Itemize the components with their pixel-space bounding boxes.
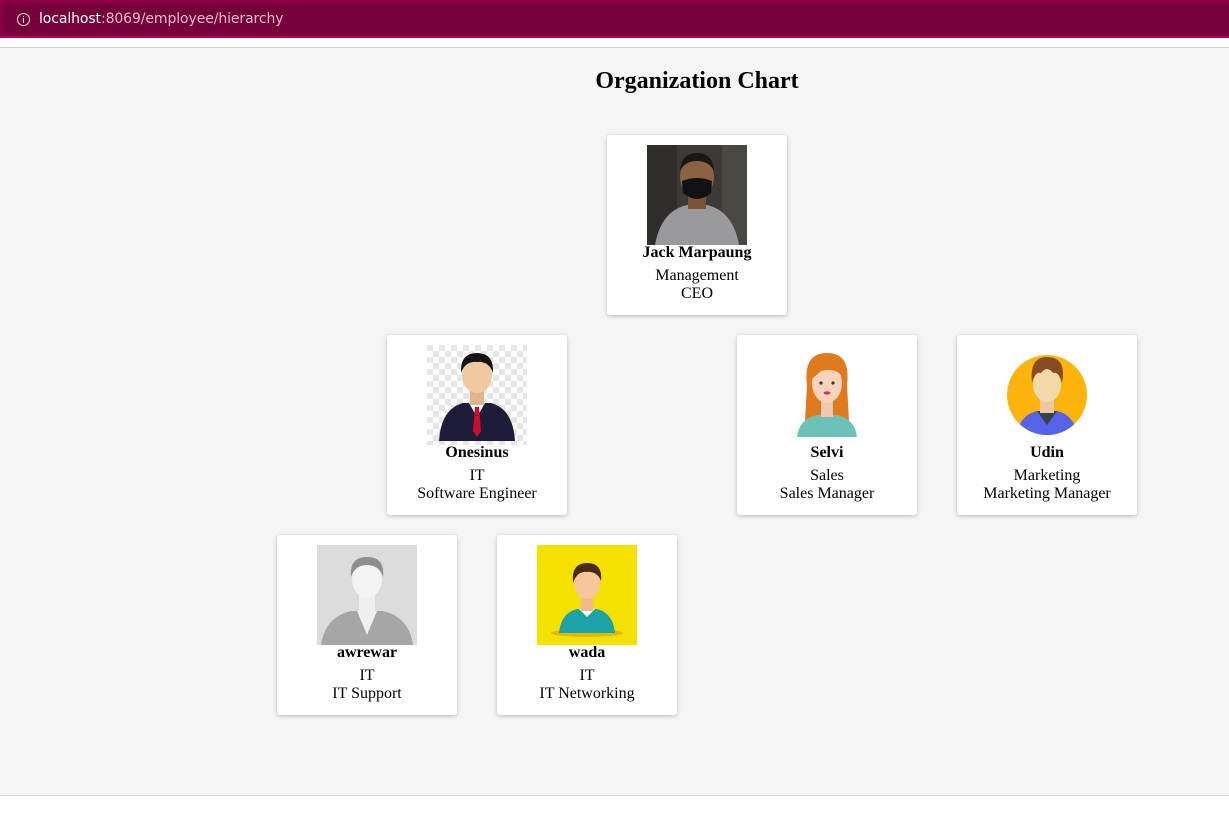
- employee-department: IT: [469, 467, 485, 484]
- site-info-icon[interactable]: [17, 12, 30, 26]
- url-path: :8069/employee/hierarchy: [100, 11, 284, 27]
- employee-card[interactable]: wada IT IT Networking: [497, 535, 677, 715]
- employee-photo: [537, 545, 637, 645]
- employee-name: Jack Marpaung: [642, 244, 752, 261]
- employee-job: IT Networking: [539, 685, 635, 702]
- employee-job: CEO: [681, 285, 713, 302]
- employee-department: IT: [579, 667, 595, 684]
- employee-photo: [997, 345, 1097, 445]
- employee-photo: [427, 345, 527, 445]
- employee-job: Marketing Manager: [983, 485, 1111, 502]
- employee-department: IT: [359, 667, 375, 684]
- employee-department: Management: [655, 267, 739, 284]
- url-text[interactable]: localhost:8069/employee/hierarchy: [39, 11, 284, 27]
- employee-name: wada: [568, 644, 606, 661]
- employee-job: Sales Manager: [779, 485, 875, 502]
- employee-card-ceo[interactable]: Jack Marpaung Management CEO: [607, 135, 787, 315]
- employee-photo: [777, 345, 877, 445]
- employee-name: awrewar: [336, 644, 398, 661]
- employee-name: Udin: [1030, 444, 1064, 461]
- employee-job: IT Support: [332, 685, 402, 702]
- employee-card[interactable]: awrewar IT IT Support: [277, 535, 457, 715]
- address-bar[interactable]: localhost:8069/employee/hierarchy: [4, 4, 1229, 34]
- employee-photo: [317, 545, 417, 645]
- employee-photo: [647, 145, 747, 245]
- employee-job: Software Engineer: [417, 485, 537, 502]
- page-content: Organization Chart Jack Marpaung Managem…: [0, 47, 1229, 796]
- page-title: Organization Chart: [595, 68, 799, 94]
- employee-name: Selvi: [810, 444, 844, 461]
- employee-department: Marketing: [1013, 467, 1081, 484]
- employee-card[interactable]: Onesinus IT Software Engineer: [387, 335, 567, 515]
- employee-department: Sales: [810, 467, 844, 484]
- browser-toolbar: localhost:8069/employee/hierarchy: [0, 0, 1229, 38]
- employee-card[interactable]: Selvi Sales Sales Manager: [737, 335, 917, 515]
- employee-card[interactable]: Udin Marketing Marketing Manager: [957, 335, 1137, 515]
- url-host: localhost: [39, 11, 101, 27]
- employee-name: Onesinus: [445, 444, 509, 461]
